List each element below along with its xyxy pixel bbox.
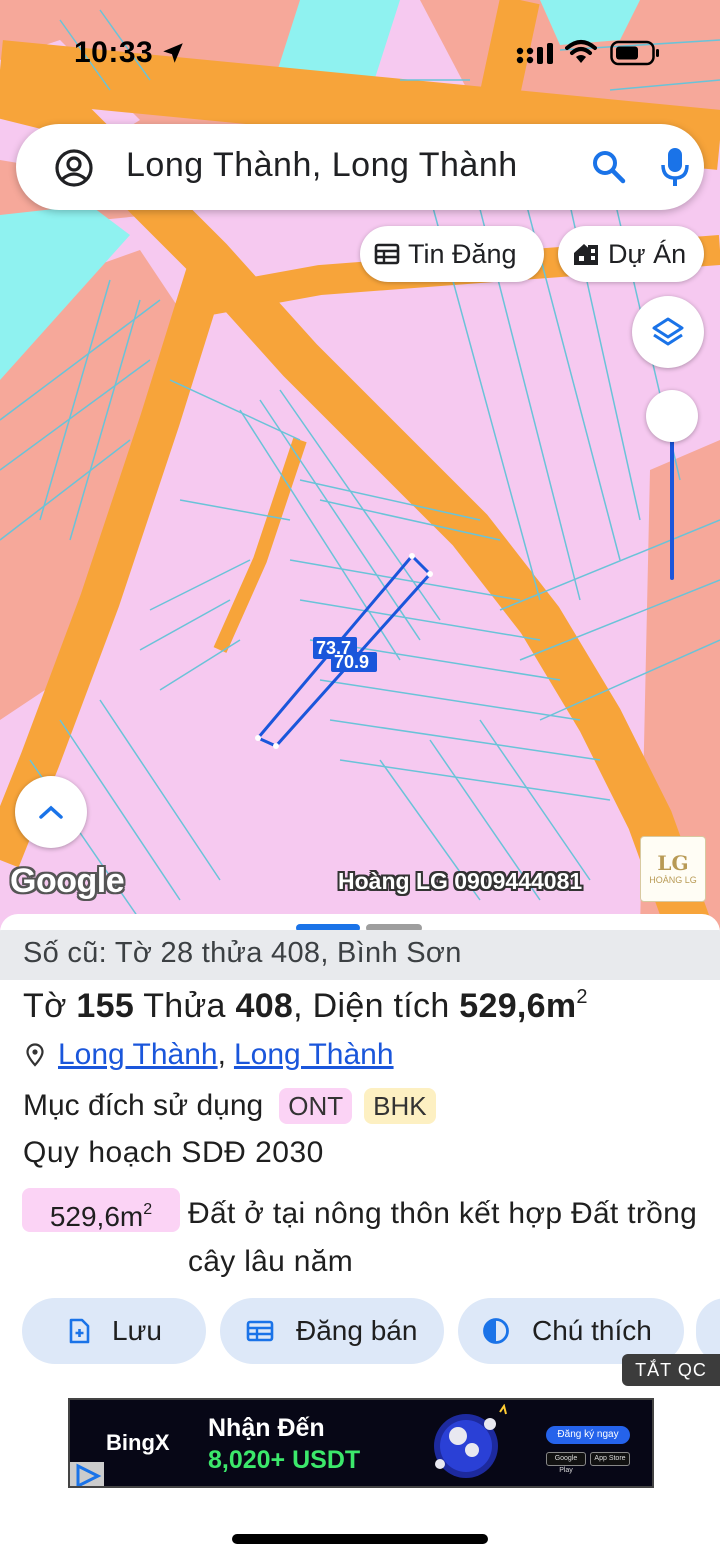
ad-banner[interactable]: BingX Nhận Đến 8,020+ USDT Đăng ký ngay … xyxy=(68,1398,654,1488)
ad-signup-button[interactable]: Đăng ký ngay xyxy=(546,1426,630,1444)
land-use-row: Mục đích sử dụng ONT BHK xyxy=(23,1088,436,1124)
location-separator: , xyxy=(217,1038,226,1071)
building-icon xyxy=(574,244,598,265)
land-use-label: Mục đích sử dụng xyxy=(23,1089,264,1122)
sheet-number: 155 xyxy=(76,987,135,1025)
ad-headline: Nhận Đến xyxy=(208,1414,325,1442)
post-sale-button[interactable]: Đăng bán xyxy=(220,1298,444,1364)
post-sale-button-label: Đăng bán xyxy=(296,1315,418,1346)
home-indicator[interactable] xyxy=(232,1534,488,1544)
layers-icon xyxy=(652,317,684,346)
coin-orb-icon xyxy=(434,1404,507,1478)
land-use-badge-ont[interactable]: ONT xyxy=(279,1088,353,1124)
land-use-badge-bhk[interactable]: BHK xyxy=(364,1088,436,1124)
search-bar[interactable]: Long Thành, Long Thành xyxy=(16,124,704,210)
expand-up-button[interactable] xyxy=(15,776,87,848)
watermark-text: Hoàng LG 0909444081 xyxy=(338,868,583,894)
google-logo: Google xyxy=(10,862,125,900)
save-button[interactable]: Lưu xyxy=(22,1298,206,1364)
brand-logo: LG HOÀNG LG xyxy=(640,836,706,902)
listings-chip[interactable]: Tin Đăng xyxy=(360,226,544,282)
plan-area-value: 529,6m xyxy=(49,1201,144,1232)
save-button-label: Lưu xyxy=(112,1315,162,1346)
area-value: 529,6m xyxy=(459,987,577,1025)
zoom-slider-thumb[interactable] xyxy=(646,390,698,442)
search-icon[interactable] xyxy=(590,148,628,191)
brand-logo-name: HOÀNG LG xyxy=(649,875,697,885)
projects-chip-label: Dự Án xyxy=(608,238,687,269)
add-file-icon xyxy=(69,1318,90,1344)
search-query[interactable]: Long Thành, Long Thành xyxy=(126,146,518,185)
parcel-summary: Tờ 155 Thửa 408, Diện tích 529,6m2 xyxy=(23,986,588,1025)
plan-area-superscript: 2 xyxy=(143,1201,153,1218)
ad-amount: 8,020+ USDT xyxy=(208,1446,361,1474)
status-bar: 10:33 xyxy=(0,34,720,74)
map-view[interactable]: 73.7 70.9 10:33 Long Thành, Long Thành T… xyxy=(0,0,720,930)
app-store-badge[interactable]: App Store xyxy=(590,1452,630,1466)
old-parcel-number: Số cũ: Tờ 28 thửa 408, Bình Sơn xyxy=(0,930,720,980)
plan-title: Quy hoạch SDĐ 2030 xyxy=(23,1136,324,1169)
status-time: 10:33 xyxy=(74,36,154,69)
area-label: Diện tích xyxy=(312,987,450,1025)
lot-number: 408 xyxy=(235,987,294,1025)
plan-area-badge: 529,6m2 xyxy=(22,1188,180,1232)
signal-icon xyxy=(516,43,554,70)
location-row: Long Thành , Long Thành xyxy=(26,1038,394,1072)
parcel-info-sheet[interactable]: Số cũ: Tờ 28 thửa 408, Bình Sơn Tờ 155 T… xyxy=(0,914,720,1560)
ad-choices-icon[interactable] xyxy=(70,1462,104,1486)
listings-chip-label: Tin Đăng xyxy=(408,238,517,269)
table-icon xyxy=(374,243,400,265)
measure-label-2: 70.9 xyxy=(334,652,369,672)
ad-brand: BingX xyxy=(106,1430,170,1455)
area-unit-superscript: 2 xyxy=(576,986,588,1008)
wifi-icon xyxy=(565,39,597,70)
projects-chip[interactable]: Dự Án xyxy=(558,226,704,282)
brand-logo-mark: LG xyxy=(657,851,689,875)
contrast-icon xyxy=(483,1318,509,1344)
legend-button-label: Chú thích xyxy=(532,1315,652,1346)
plan-description: Đất ở tại nông thôn kết hợp Đất trồng câ… xyxy=(188,1197,698,1278)
chevron-up-icon xyxy=(39,805,63,819)
action-bar: Lưu Đăng bán Chú thích xyxy=(0,1298,720,1368)
location-pin-icon xyxy=(26,1043,44,1067)
ward-link[interactable]: Long Thành xyxy=(58,1038,218,1072)
sheet-label: Tờ xyxy=(23,987,67,1025)
account-icon[interactable] xyxy=(54,148,94,193)
location-arrow-icon xyxy=(160,40,186,71)
table-icon xyxy=(246,1320,274,1342)
district-link[interactable]: Long Thành xyxy=(234,1038,394,1072)
lot-label: Thửa xyxy=(143,987,226,1025)
battery-icon xyxy=(610,40,660,71)
hide-ads-button[interactable]: TẮT QC xyxy=(622,1354,720,1386)
google-play-badge[interactable]: Google Play xyxy=(546,1452,586,1474)
layers-button[interactable] xyxy=(632,296,704,368)
mic-icon[interactable] xyxy=(660,146,690,193)
